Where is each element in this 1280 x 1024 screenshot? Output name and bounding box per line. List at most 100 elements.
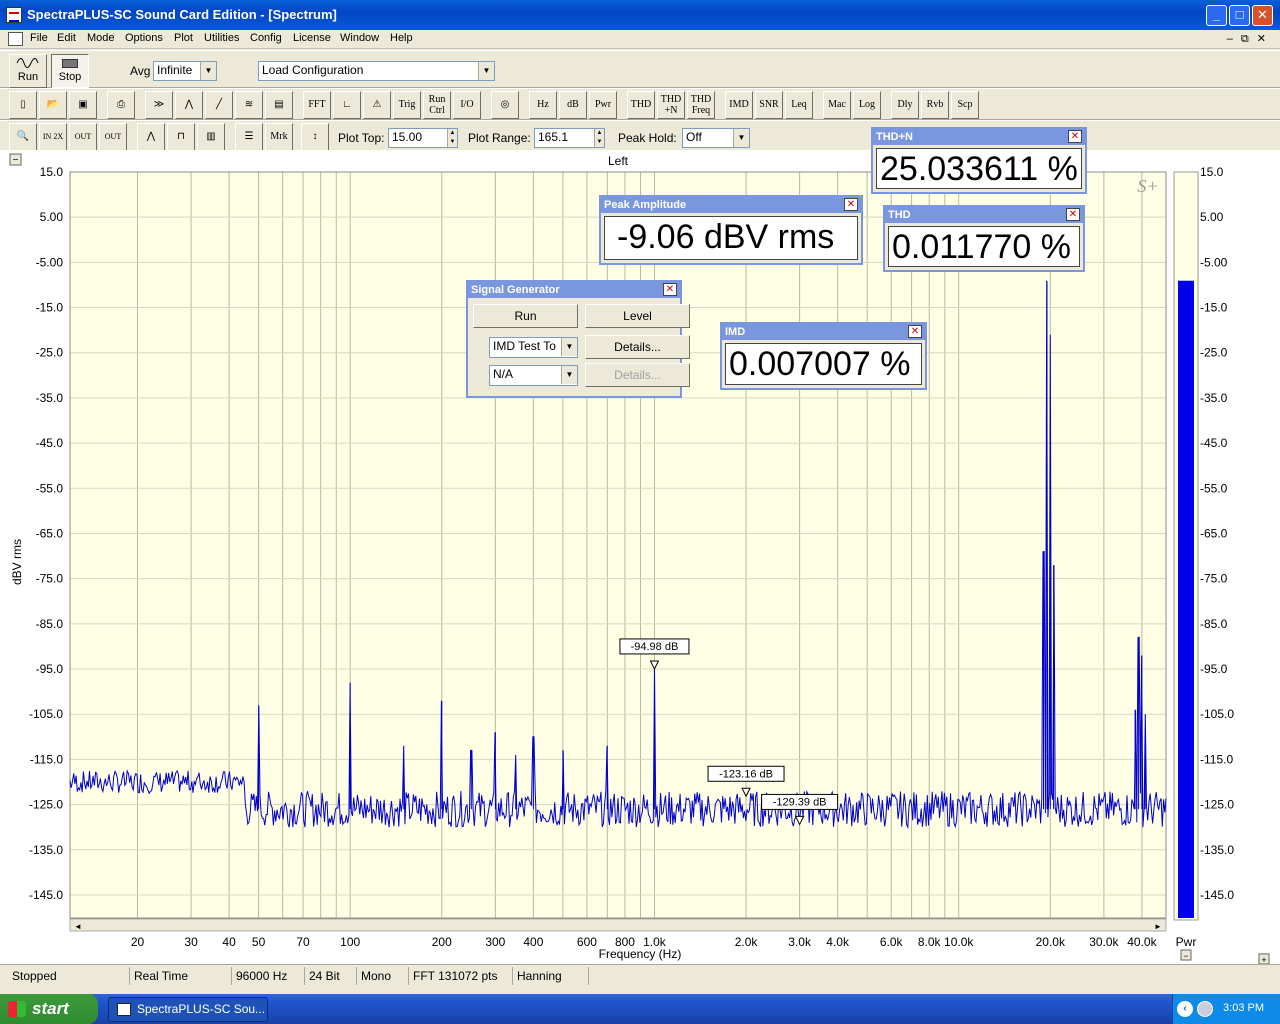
avg-select[interactable]: Infinite ▼ [153, 61, 217, 81]
start-button[interactable]: start [0, 994, 98, 1024]
menu-config[interactable]: Config [250, 32, 282, 44]
siggen-run-button[interactable]: Run [473, 304, 578, 328]
time-series-icon[interactable]: ╱ [205, 91, 233, 119]
thd-panel[interactable]: THD ✕ 0.011770 % [883, 205, 1085, 272]
siggen-details-button[interactable]: Details... [585, 335, 690, 359]
siggen-second-select[interactable]: N/A ▼ [489, 365, 578, 386]
fft-button[interactable]: FFT [303, 91, 331, 119]
menu-file[interactable]: File [30, 32, 48, 44]
siggen-details2-button[interactable]: Details... [585, 363, 690, 387]
close-icon[interactable]: ✕ [1066, 208, 1080, 221]
siggen-level-button[interactable]: Level [585, 304, 690, 328]
menu-mode[interactable]: Mode [87, 32, 115, 44]
run-ctrl-button[interactable]: Run Ctrl [423, 91, 451, 119]
x-tick-label: 10.0k [944, 935, 974, 949]
dly-button[interactable]: Dly [891, 91, 919, 119]
y-tick-label: -25.0 [36, 346, 64, 360]
zoom-in-2x-icon[interactable]: IN 2X [39, 123, 67, 151]
line-plot-icon[interactable]: ⋀ [137, 123, 165, 151]
axis-icon[interactable]: ∟ [333, 91, 361, 119]
zoom-out-full-icon[interactable]: OUT FULL [99, 123, 127, 167]
step-plot-icon[interactable]: ⊓ [167, 123, 195, 151]
menu-edit[interactable]: Edit [57, 32, 76, 44]
stop-button[interactable]: Stop [51, 54, 89, 88]
io-button[interactable]: I/O [453, 91, 481, 119]
menu-help[interactable]: Help [390, 32, 413, 44]
trigger-icon[interactable]: ⚠ [363, 91, 391, 119]
menu-utilities[interactable]: Utilities [204, 32, 239, 44]
mac-button[interactable]: Mac [823, 91, 851, 119]
scale-icon[interactable]: ↕ [301, 123, 329, 151]
taskbar-item-spectraplus[interactable]: SpectraPLUS-SC Sou... [108, 997, 268, 1022]
oscillator-icon[interactable]: ◎ [491, 91, 519, 119]
leq-button[interactable]: Leq [785, 91, 813, 119]
document-icon[interactable] [8, 32, 23, 46]
x-tick-label: 8.0k [918, 935, 942, 949]
spectrogram-icon[interactable]: ≋ [235, 91, 263, 119]
print-icon[interactable]: ⎙ [107, 91, 135, 119]
mdi-window-controls[interactable]: –⧉✕ [1227, 32, 1274, 46]
menu-options[interactable]: Options [125, 32, 163, 44]
close-icon[interactable]: ✕ [663, 283, 677, 296]
y-tick-label: -135.0 [29, 843, 63, 857]
zoom-icon[interactable]: 🔍 [9, 123, 37, 151]
spectrum-icon[interactable]: ⋀ [175, 91, 203, 119]
menu-plot[interactable]: Plot [174, 32, 193, 44]
minimize-button[interactable]: _ [1206, 5, 1227, 26]
thd-freq-button[interactable]: THD Freq [687, 91, 715, 119]
system-tray: ‹ 3:03 PM [1172, 994, 1280, 1024]
status-mode: Real Time [130, 967, 232, 985]
menu-license[interactable]: License [293, 32, 331, 44]
pwr-button[interactable]: Pwr [589, 91, 617, 119]
app-icon [117, 1003, 131, 1016]
run-button[interactable]: Run [9, 54, 47, 88]
table-icon[interactable]: ☰ [235, 123, 263, 151]
filter-icon[interactable]: ≫ [145, 91, 173, 119]
thd-button[interactable]: THD [627, 91, 655, 119]
tray-network-icon[interactable] [1197, 1001, 1213, 1017]
thdn-button[interactable]: THD +N [657, 91, 685, 119]
marker-label: -94.98 dB [631, 641, 679, 653]
close-button[interactable]: ✕ [1252, 5, 1273, 26]
thd-panel-title: THD [885, 207, 1083, 223]
hz-button[interactable]: Hz [529, 91, 557, 119]
imd-panel-title: IMD [722, 324, 925, 340]
zoom-out-2x-icon[interactable]: OUT 2X [69, 123, 97, 167]
scroll-left-icon[interactable]: ◄ [74, 922, 82, 931]
log-button[interactable]: Log [853, 91, 881, 119]
save-icon[interactable]: ▣ [69, 91, 97, 119]
menu-window[interactable]: Window [340, 32, 379, 44]
y-tick-label: -125.0 [29, 798, 63, 812]
horizontal-scrollbar[interactable] [69, 918, 1167, 932]
snr-button[interactable]: SNR [755, 91, 783, 119]
imd-button[interactable]: IMD [725, 91, 753, 119]
scp-button[interactable]: Scp [951, 91, 979, 119]
peak-hold-select[interactable]: Off ▼ [682, 128, 750, 148]
db-button[interactable]: dB [559, 91, 587, 119]
marker-button[interactable]: Mrk [265, 123, 293, 151]
siggen-type-select[interactable]: IMD Test To ▼ [489, 337, 578, 358]
open-folder-icon[interactable]: 📂 [39, 91, 67, 119]
svg-text:−: − [1183, 951, 1188, 961]
trig-button[interactable]: Trig [393, 91, 421, 119]
close-icon[interactable]: ✕ [908, 325, 922, 338]
rvb-button[interactable]: Rvb [921, 91, 949, 119]
imd-panel[interactable]: IMD ✕ 0.007007 % [720, 322, 927, 390]
scroll-right-icon[interactable]: ► [1154, 922, 1162, 931]
app-icon[interactable] [6, 7, 22, 23]
stop-label: Stop [58, 71, 82, 83]
config-select[interactable]: Load Configuration ▼ [258, 61, 495, 81]
peak-amplitude-panel[interactable]: Peak Amplitude ✕ -9.06 dBV rms [599, 195, 863, 265]
tray-expand-icon[interactable]: ‹ [1177, 1001, 1193, 1017]
thdn-panel[interactable]: THD+N ✕ 25.033611 % [871, 127, 1087, 194]
new-file-icon[interactable]: ▯ [9, 91, 37, 119]
spectrum-plot[interactable]: − Left 15.0 5.00 -5.00 -15.0 -25.0 -35.0 -45.0… [0, 150, 1280, 964]
close-icon[interactable]: ✕ [1068, 130, 1082, 143]
bar-plot-icon[interactable]: ▥ [197, 123, 225, 151]
plot-top-input[interactable]: 15.00 ▲ ▼ [388, 128, 458, 148]
signal-generator-panel[interactable]: Signal Generator ✕ Run Level IMD Test To… [466, 280, 690, 398]
plot-range-input[interactable]: 165.1 ▲ ▼ [534, 128, 605, 148]
3d-surface-icon[interactable]: ▤ [265, 91, 293, 119]
close-icon[interactable]: ✕ [844, 198, 858, 211]
maximize-button[interactable]: □ [1229, 5, 1250, 26]
